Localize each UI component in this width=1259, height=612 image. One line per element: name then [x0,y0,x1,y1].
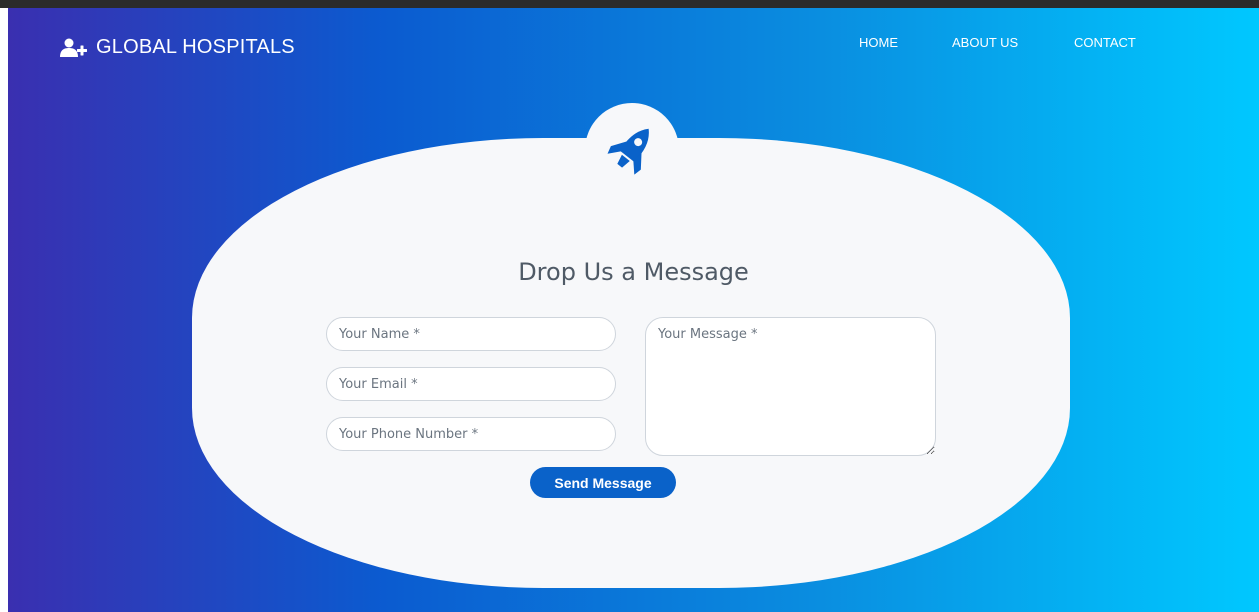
rocket-icon [602,120,662,180]
main-nav: HOME ABOUT US CONTACT [8,35,1259,55]
rocket-badge [585,103,679,197]
send-message-button[interactable]: Send Message [530,467,676,498]
email-field[interactable] [326,367,616,401]
nav-contact[interactable]: CONTACT [1074,35,1136,50]
contact-form-card [192,138,1070,588]
nav-about-us[interactable]: ABOUT US [952,35,1018,50]
message-field[interactable] [645,317,936,456]
phone-field[interactable] [326,417,616,451]
contact-page: GLOBAL HOSPITALS HOME ABOUT US CONTACT D… [8,8,1259,612]
nav-home[interactable]: HOME [859,35,898,50]
form-title: Drop Us a Message [518,257,749,286]
name-field[interactable] [326,317,616,351]
browser-top-border [0,0,1259,8]
